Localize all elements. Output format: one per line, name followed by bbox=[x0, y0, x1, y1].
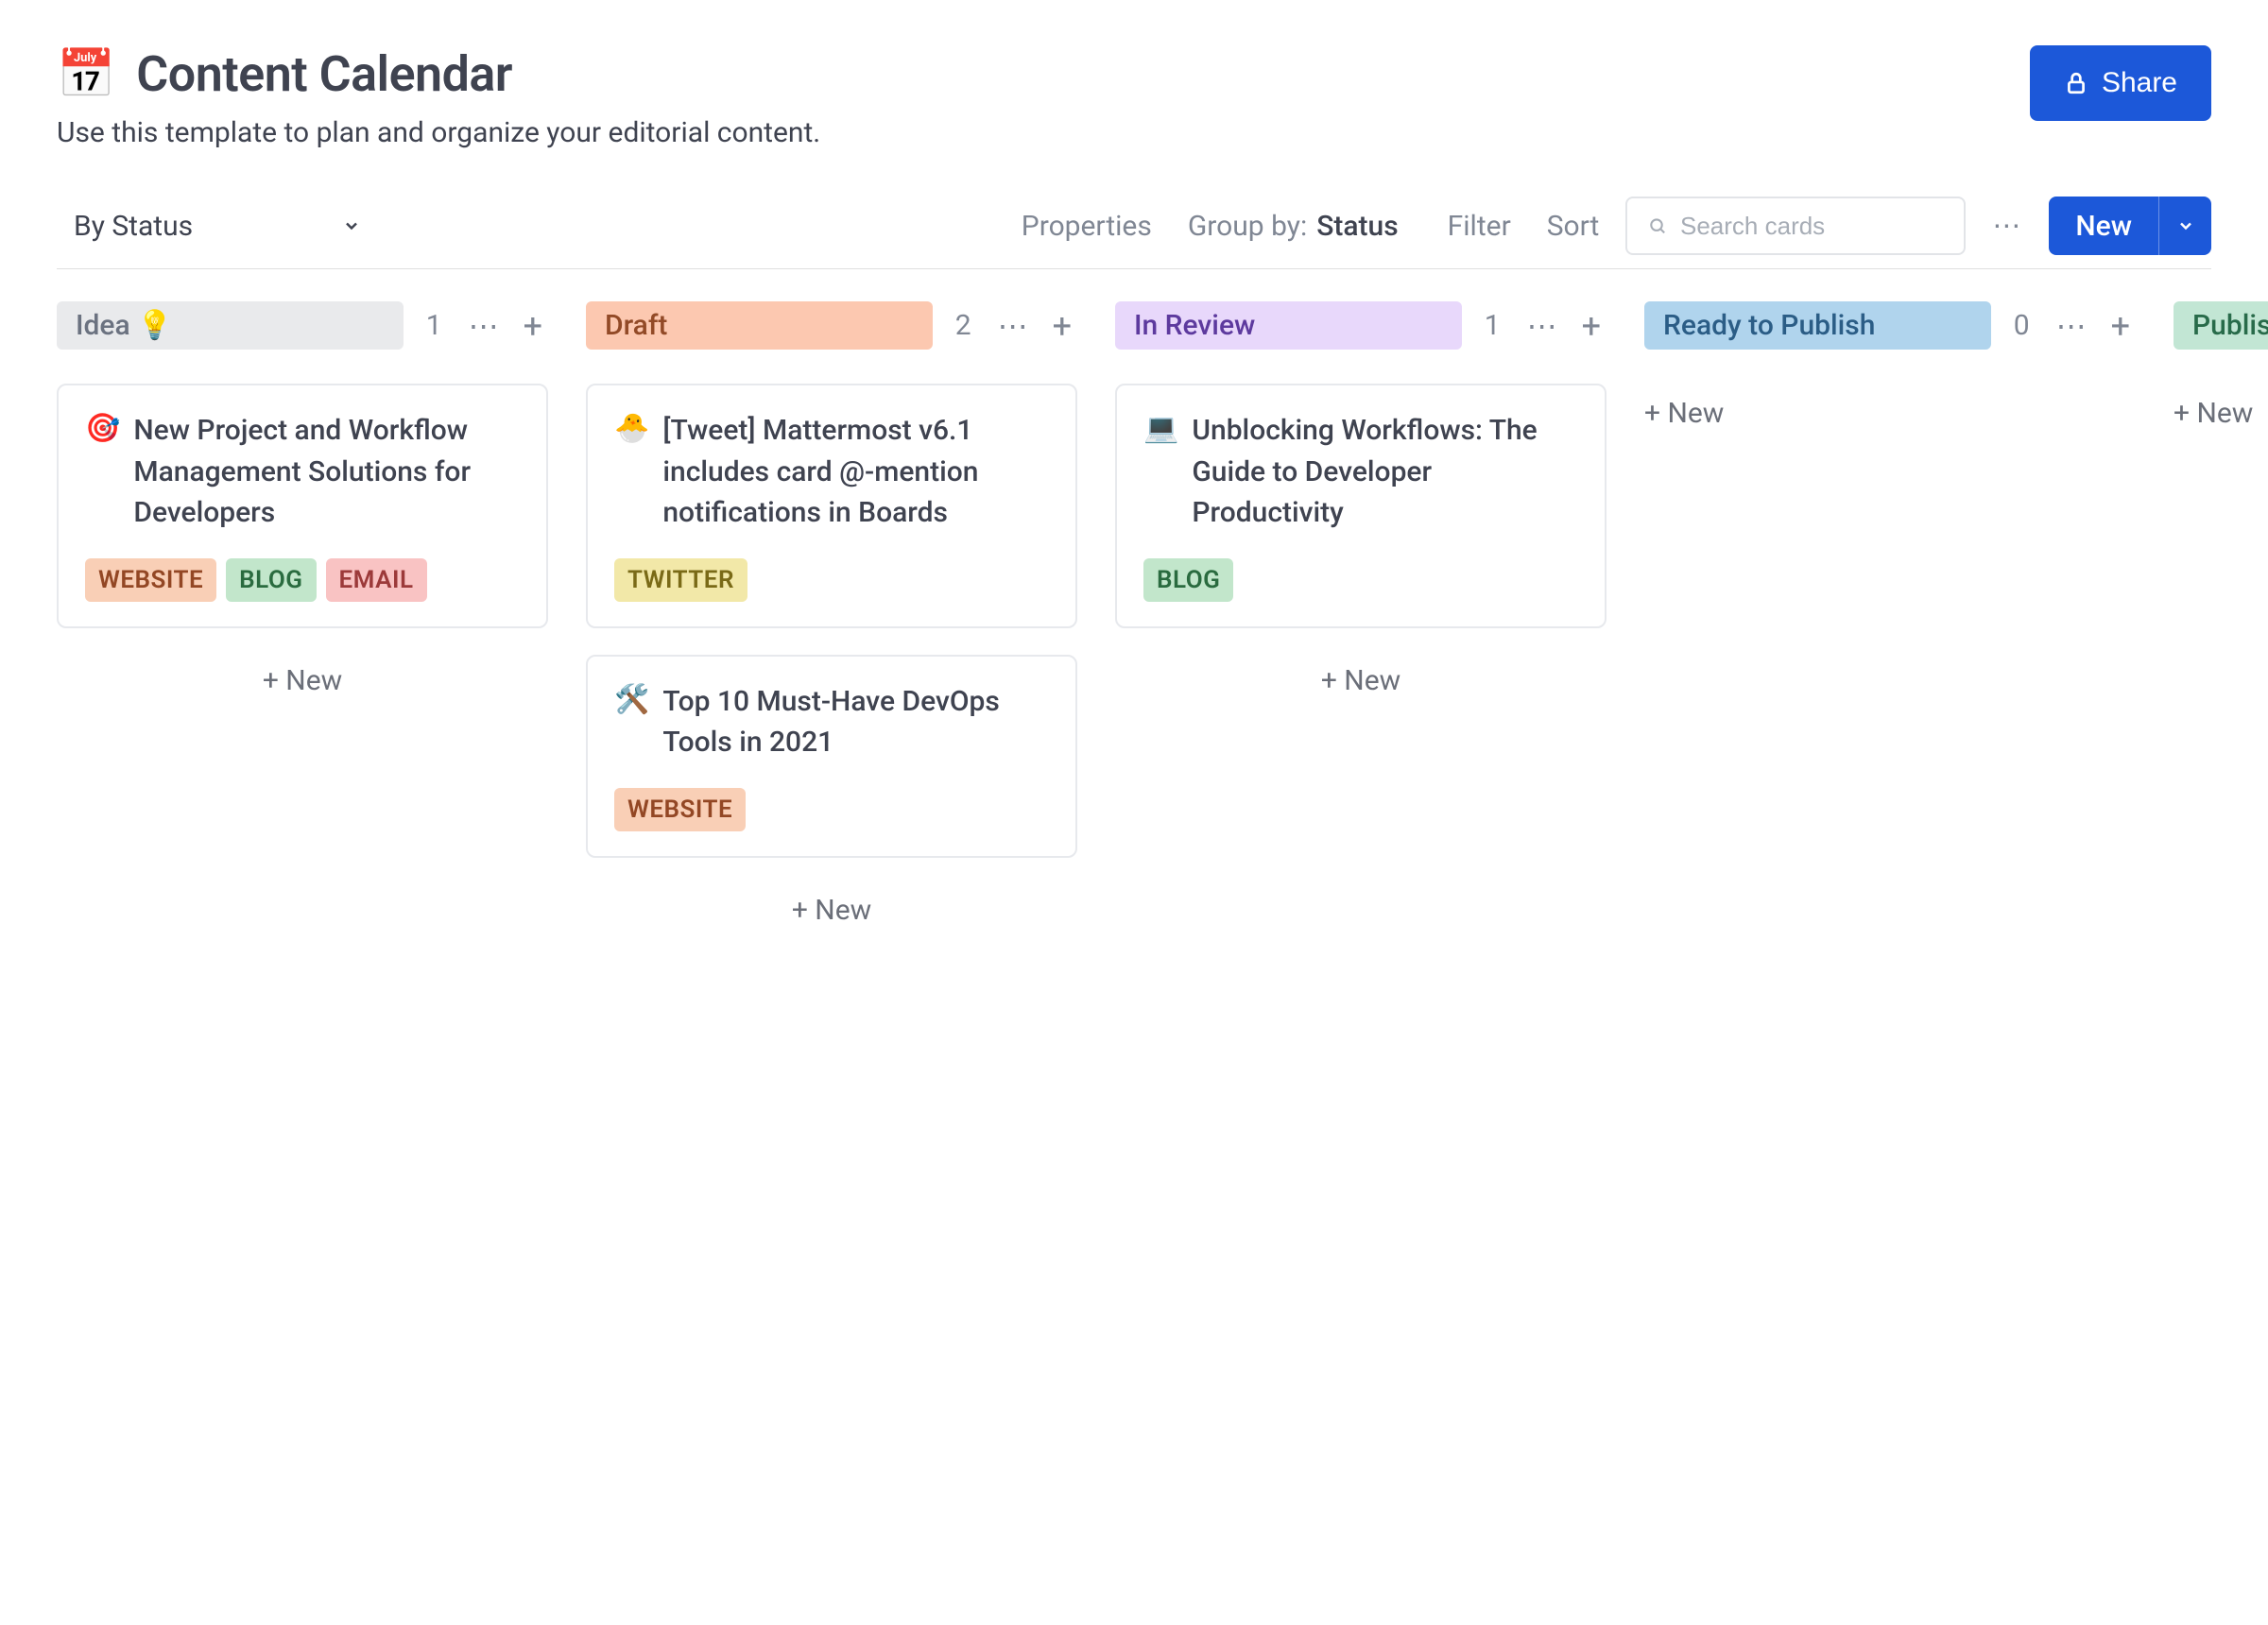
card-title: Unblocking Workflows: The Guide to Devel… bbox=[1192, 410, 1578, 534]
chevron-down-icon bbox=[342, 216, 361, 235]
page-subtitle: Use this template to plan and organize y… bbox=[57, 116, 820, 149]
group-by-value-button[interactable]: Status bbox=[1316, 210, 1411, 243]
column-idea: Idea 💡 1 ⋯ + 🎯 New Project and Workflow Manag… bbox=[57, 301, 548, 707]
card-emoji: 💻 bbox=[1143, 410, 1178, 447]
card-title: [Tweet] Mattermost v6.1 includes card @-… bbox=[662, 410, 1049, 534]
status-pill-in_review[interactable]: In Review bbox=[1115, 301, 1462, 350]
view-selector[interactable]: By Status bbox=[57, 198, 378, 254]
board-card[interactable]: 💻 Unblocking Workflows: The Guide to Deve… bbox=[1115, 384, 1606, 628]
column-add-button[interactable]: + bbox=[1576, 309, 1606, 343]
status-pill-ready[interactable]: Ready to Publish bbox=[1644, 301, 1991, 350]
view-selector-label: By Status bbox=[74, 210, 193, 243]
column-add-button[interactable]: + bbox=[518, 309, 548, 343]
card-emoji: 🛠️ bbox=[614, 681, 649, 718]
column-count: 1 bbox=[1475, 309, 1510, 342]
status-pill-idea[interactable]: Idea 💡 bbox=[57, 301, 404, 350]
status-pill-published[interactable]: Published bbox=[2174, 301, 2268, 350]
card-title: New Project and Workflow Management Solu… bbox=[133, 410, 520, 534]
status-pill-draft[interactable]: Draft bbox=[586, 301, 933, 350]
column-count: 0 bbox=[2004, 309, 2039, 342]
filter-button[interactable]: Filter bbox=[1438, 202, 1521, 250]
lock-icon bbox=[2064, 71, 2088, 95]
share-button-label: Share bbox=[2102, 67, 2177, 99]
add-card-button[interactable]: + New bbox=[57, 655, 548, 707]
column-more-button[interactable]: ⋯ bbox=[2053, 311, 2092, 341]
board-card[interactable]: 🛠️ Top 10 Must-Have DevOps Tools in 2021 W… bbox=[586, 655, 1077, 858]
share-button[interactable]: Share bbox=[2030, 45, 2211, 121]
sort-button[interactable]: Sort bbox=[1538, 202, 1609, 250]
page-title: Content Calendar bbox=[136, 45, 512, 103]
search-input[interactable] bbox=[1680, 212, 1943, 241]
new-button[interactable]: New bbox=[2049, 197, 2158, 255]
chevron-down-icon bbox=[2176, 216, 2195, 235]
card-tag: WEBSITE bbox=[85, 558, 216, 602]
card-tag: BLOG bbox=[226, 558, 316, 602]
add-card-button[interactable]: + New bbox=[586, 884, 1077, 936]
new-button-dropdown[interactable] bbox=[2158, 197, 2211, 255]
column-count: 1 bbox=[417, 309, 452, 342]
column-in_review: In Review 1 ⋯ + 💻 Unblocking Workflows: The G… bbox=[1115, 301, 1606, 707]
column-add-button[interactable]: + bbox=[1047, 309, 1077, 343]
column-add-button[interactable]: + bbox=[2105, 309, 2136, 343]
search-box[interactable] bbox=[1625, 197, 1966, 255]
page-emoji: 📅 bbox=[57, 51, 115, 98]
column-more-button[interactable]: ⋯ bbox=[994, 311, 1034, 341]
column-draft: Draft 2 ⋯ + 🐣 [Tweet] Mattermost v6.1 include… bbox=[586, 301, 1077, 936]
add-card-button[interactable]: + New bbox=[1115, 655, 1606, 707]
properties-button[interactable]: Properties bbox=[1012, 202, 1161, 250]
column-count: 2 bbox=[946, 309, 981, 342]
search-icon bbox=[1648, 215, 1667, 236]
card-emoji: 🐣 bbox=[614, 410, 649, 447]
toolbar-more-button[interactable]: ⋯ bbox=[1983, 210, 2032, 243]
new-button-split: New bbox=[2049, 197, 2211, 255]
card-tag: BLOG bbox=[1143, 558, 1233, 602]
card-emoji: 🎯 bbox=[85, 410, 120, 447]
card-tag: TWITTER bbox=[614, 558, 747, 602]
board-card[interactable]: 🐣 [Tweet] Mattermost v6.1 includes card @… bbox=[586, 384, 1077, 628]
column-more-button[interactable]: ⋯ bbox=[465, 311, 505, 341]
add-card-button[interactable]: + New bbox=[2174, 384, 2268, 443]
card-tag: EMAIL bbox=[326, 558, 427, 602]
column-published: Published0⋯++ New bbox=[2174, 301, 2268, 443]
card-tag: WEBSITE bbox=[614, 788, 746, 831]
column-ready: Ready to Publish 0 ⋯ + + New bbox=[1644, 301, 2136, 443]
group-by-label: Group by: bbox=[1188, 210, 1307, 243]
add-card-button[interactable]: + New bbox=[1644, 384, 2136, 443]
card-title: Top 10 Must-Have DevOps Tools in 2021 bbox=[662, 681, 1049, 763]
column-more-button[interactable]: ⋯ bbox=[1523, 311, 1563, 341]
board-card[interactable]: 🎯 New Project and Workflow Management Sol… bbox=[57, 384, 548, 628]
